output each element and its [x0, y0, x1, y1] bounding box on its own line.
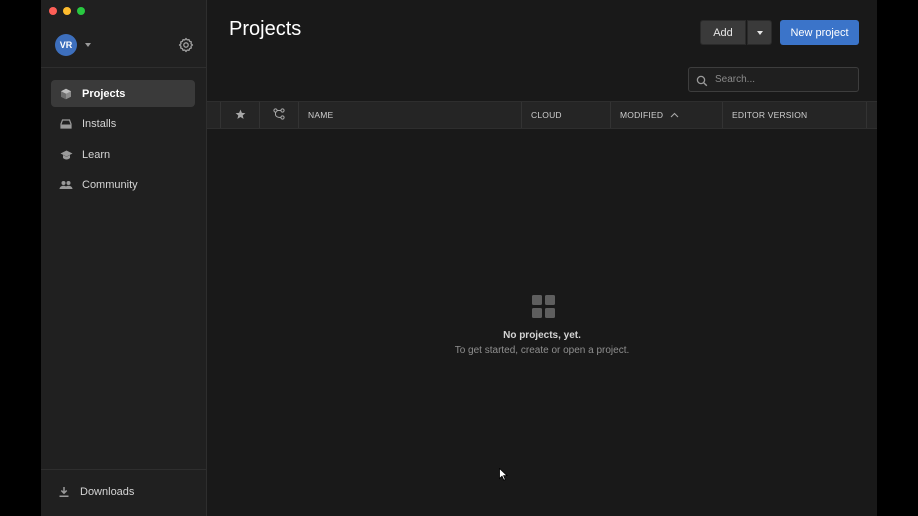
search-input[interactable]	[715, 74, 845, 85]
app-window: VR Projects Installs Learn Community Dow…	[41, 0, 877, 516]
search-box[interactable]	[688, 67, 859, 92]
column-name[interactable]: NAME	[299, 102, 522, 128]
column-modified-label: MODIFIED	[620, 110, 664, 120]
search-icon	[696, 74, 708, 86]
graduation-cap-icon	[59, 148, 73, 162]
sidebar-divider	[41, 469, 206, 470]
column-editor-version[interactable]: EDITOR VERSION	[723, 102, 867, 128]
sidebar-item-learn[interactable]: Learn	[51, 141, 195, 168]
close-window-button[interactable]	[49, 7, 57, 15]
drive-icon	[59, 117, 73, 131]
gear-icon[interactable]	[178, 37, 194, 53]
maximize-window-button[interactable]	[77, 7, 85, 15]
download-icon	[57, 485, 71, 499]
empty-state-subtitle: To get started, create or open a project…	[454, 345, 630, 356]
star-icon	[235, 109, 246, 122]
column-cloud[interactable]: CLOUD	[522, 102, 611, 128]
sidebar-item-label: Learn	[82, 148, 111, 161]
sidebar-divider	[41, 67, 206, 68]
minimize-window-button[interactable]	[63, 7, 71, 15]
sidebar-item-projects[interactable]: Projects	[51, 80, 195, 107]
column-modified[interactable]: MODIFIED	[611, 102, 723, 128]
sort-ascending-icon	[670, 112, 679, 118]
sidebar-item-installs[interactable]: Installs	[51, 110, 195, 137]
add-button[interactable]: Add	[700, 20, 746, 45]
empty-state-title: No projects, yet.	[503, 330, 581, 341]
sidebar-item-label: Community	[82, 178, 138, 191]
sidebar: VR Projects Installs Learn Community Dow…	[41, 0, 207, 516]
page-title: Projects	[229, 18, 302, 40]
mouse-cursor-icon	[499, 467, 509, 481]
sidebar-item-community[interactable]: Community	[51, 171, 195, 198]
downloads-button[interactable]: Downloads	[51, 480, 134, 504]
branch-icon	[273, 108, 285, 122]
chevron-down-icon[interactable]	[85, 43, 91, 47]
cube-icon	[59, 87, 73, 101]
avatar[interactable]: VR	[55, 34, 77, 56]
column-favorite[interactable]	[221, 102, 260, 128]
add-dropdown-button[interactable]	[747, 20, 772, 45]
new-project-button[interactable]: New project	[780, 20, 859, 45]
main-panel: Projects Add New project Search... NAME …	[207, 0, 877, 516]
sidebar-item-label: Installs	[82, 117, 117, 130]
sidebar-item-label: Projects	[82, 87, 126, 100]
grid-icon	[532, 295, 555, 318]
header-spacer	[207, 102, 221, 128]
downloads-label: Downloads	[80, 486, 135, 498]
people-icon	[59, 178, 73, 192]
table-header: NAME CLOUD MODIFIED EDITOR VERSION	[207, 101, 877, 129]
column-version-control[interactable]	[260, 102, 299, 128]
chevron-down-icon	[756, 30, 763, 35]
